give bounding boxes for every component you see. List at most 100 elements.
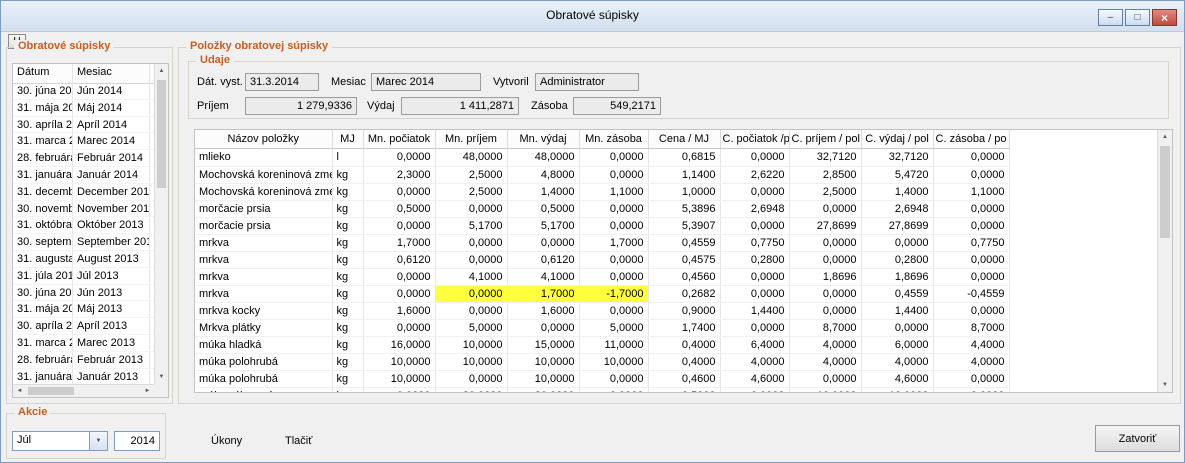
scroll-thumb[interactable] — [1160, 146, 1170, 238]
grid-cell[interactable]: 0,0000 — [579, 166, 648, 183]
grid-header-cell[interactable]: Mn. počiatok — [363, 130, 435, 149]
grid-cell[interactable]: 0,0000 — [435, 234, 507, 251]
grid-cell[interactable]: 0,0000 — [363, 149, 435, 166]
zatvorit-button[interactable]: Zatvoriť — [1095, 425, 1180, 452]
grid-cell[interactable]: 0,0000 — [861, 234, 933, 251]
grid-cell[interactable]: 0,2800 — [861, 251, 933, 268]
items-grid-vscrollbar[interactable]: ▲ ▼ — [1157, 130, 1172, 392]
grid-cell[interactable]: 5,3907 — [648, 217, 720, 234]
grid-cell[interactable]: 1,4000 — [861, 183, 933, 200]
grid-cell[interactable]: 0,0000 — [933, 149, 1009, 166]
grid-header-cell[interactable]: C. počiatok /p — [720, 130, 789, 149]
grid-cell[interactable]: kg — [332, 217, 363, 234]
date-list-row[interactable]: 30. júna 2014Jún 20146 — [13, 83, 154, 100]
grid-cell[interactable]: 0,0000 — [435, 200, 507, 217]
grid-cell[interactable]: 0,4600 — [648, 370, 720, 387]
grid-cell[interactable]: 1,0000 — [648, 183, 720, 200]
grid-cell[interactable]: 0,6815 — [648, 149, 720, 166]
grid-cell[interactable]: kg — [332, 370, 363, 387]
grid-cell[interactable]: 10,0000 — [789, 387, 861, 392]
grid-row[interactable]: mrkvakg1,70000,00000,00001,70000,45590,7… — [195, 234, 1157, 251]
grid-cell[interactable]: 10,0000 — [507, 353, 579, 370]
grid-cell[interactable]: Mochovská koreninová zmes — [195, 183, 332, 200]
grid-cell[interactable]: kg — [332, 268, 363, 285]
grid-cell[interactable]: 0,0000 — [933, 302, 1009, 319]
grid-row[interactable]: mrkvakg0,00004,10004,10000,00000,45600,0… — [195, 268, 1157, 285]
grid-cell[interactable]: 0,0000 — [933, 268, 1009, 285]
grid-cell[interactable]: múka hladká — [195, 336, 332, 353]
grid-cell[interactable]: 1,7000 — [579, 234, 648, 251]
grid-cell[interactable]: 0,2682 — [648, 285, 720, 302]
grid-cell[interactable]: morčacie prsia — [195, 217, 332, 234]
grid-cell[interactable]: 1,1000 — [579, 183, 648, 200]
grid-row[interactable]: morčacie prsiakg0,50000,00000,50000,0000… — [195, 200, 1157, 217]
titlebar[interactable]: Obratové súpisky – □ × — [1, 1, 1184, 32]
grid-cell[interactable]: 0,0000 — [789, 370, 861, 387]
grid-cell[interactable]: 10,0000 — [363, 370, 435, 387]
date-list-row[interactable]: 31. mája 2014Máj 20143 — [13, 100, 154, 117]
grid-cell[interactable]: 11,0000 — [579, 336, 648, 353]
grid-cell[interactable]: 0,7750 — [720, 234, 789, 251]
grid-cell[interactable]: 0,0000 — [363, 217, 435, 234]
scroll-up-icon[interactable]: ▲ — [1158, 130, 1172, 144]
date-list-row[interactable]: 28. februára 2014Február 20141 — [13, 150, 154, 167]
month-select[interactable]: Júl ▼ — [12, 431, 108, 451]
grid-cell[interactable]: 10,0000 — [435, 353, 507, 370]
grid-cell[interactable]: múka výberová — [195, 387, 332, 392]
grid-cell[interactable]: 0,0000 — [789, 302, 861, 319]
vydaj-field[interactable]: 1 411,2871 — [401, 97, 519, 115]
grid-cell[interactable]: -1,7000 — [579, 285, 648, 302]
scroll-thumb[interactable] — [28, 387, 74, 395]
grid-cell[interactable]: 10,0000 — [363, 353, 435, 370]
grid-cell[interactable]: 0,0000 — [435, 285, 507, 302]
grid-cell[interactable]: 1,1400 — [648, 166, 720, 183]
grid-cell[interactable]: 0,0000 — [933, 217, 1009, 234]
prijem-field[interactable]: 1 279,9336 — [245, 97, 357, 115]
grid-cell[interactable]: 0,0000 — [363, 387, 435, 392]
grid-cell[interactable]: 0,0000 — [720, 149, 789, 166]
grid-cell[interactable]: 4,0000 — [933, 353, 1009, 370]
grid-header-cell[interactable]: C. zásoba / po — [933, 130, 1009, 149]
grid-cell[interactable]: 1,4400 — [861, 302, 933, 319]
grid-row[interactable]: Mochovská koreninová zmeskg0,00002,50001… — [195, 183, 1157, 200]
grid-cell[interactable]: 27,8699 — [861, 217, 933, 234]
grid-cell[interactable]: 0,0000 — [789, 251, 861, 268]
grid-cell[interactable]: 0,0000 — [720, 217, 789, 234]
grid-cell[interactable]: 8,7000 — [789, 319, 861, 336]
grid-row[interactable]: morčacie prsiakg0,00005,17005,17000,0000… — [195, 217, 1157, 234]
grid-cell[interactable]: 0,0000 — [435, 370, 507, 387]
grid-cell[interactable]: mrkva — [195, 285, 332, 302]
date-list-row[interactable]: 31. augusta 2013August 20132 — [13, 251, 154, 268]
grid-cell[interactable]: 0,0000 — [720, 319, 789, 336]
grid-cell[interactable]: 0,0000 — [363, 183, 435, 200]
grid-cell[interactable]: 4,0000 — [861, 353, 933, 370]
date-list-row[interactable]: 28. februára 2013Február 20131 — [13, 352, 154, 369]
date-list-row[interactable]: 30. septembra 2013September 20138 — [13, 234, 154, 251]
grid-cell[interactable]: 4,0000 — [789, 353, 861, 370]
grid-cell[interactable]: mlieko — [195, 149, 332, 166]
grid-cell[interactable]: 5,1700 — [507, 217, 579, 234]
grid-cell[interactable]: 0,4575 — [648, 251, 720, 268]
grid-cell[interactable]: 10,0000 — [579, 353, 648, 370]
grid-cell[interactable]: 2,5000 — [435, 166, 507, 183]
grid-cell[interactable]: 0,0000 — [861, 319, 933, 336]
maximize-button[interactable]: □ — [1125, 9, 1150, 26]
ukony-button[interactable]: Úkony — [211, 435, 242, 447]
grid-row[interactable]: mrkvakg0,00000,00001,7000-1,70000,26820,… — [195, 285, 1157, 302]
grid-cell[interactable]: 0,6120 — [507, 251, 579, 268]
grid-cell[interactable]: 0,4559 — [648, 234, 720, 251]
grid-header-cell[interactable]: Názov položky — [195, 130, 332, 149]
grid-cell[interactable]: mrkva kocky — [195, 302, 332, 319]
grid-cell[interactable]: 5,0000 — [579, 319, 648, 336]
grid-cell[interactable]: 0,0000 — [933, 370, 1009, 387]
grid-cell[interactable]: kg — [332, 200, 363, 217]
date-list-row[interactable]: 30. júna 2013Jún 20131 — [13, 285, 154, 302]
grid-cell[interactable]: 1,6000 — [507, 302, 579, 319]
grid-cell[interactable]: 1,7400 — [648, 319, 720, 336]
grid-cell[interactable]: 5,3896 — [648, 200, 720, 217]
grid-cell[interactable]: 0,0000 — [789, 200, 861, 217]
grid-cell[interactable]: 8,7000 — [933, 319, 1009, 336]
grid-cell[interactable]: 0,0000 — [363, 268, 435, 285]
grid-cell[interactable]: mrkva — [195, 234, 332, 251]
scroll-down-icon[interactable]: ▼ — [155, 370, 168, 384]
